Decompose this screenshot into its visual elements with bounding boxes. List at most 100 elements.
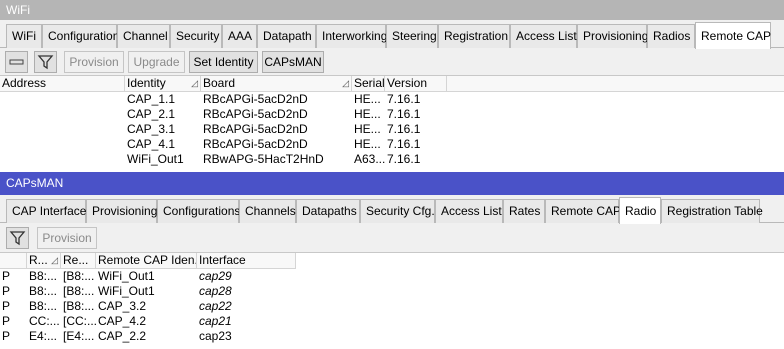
filter-icon bbox=[9, 231, 26, 246]
upgrade-button[interactable]: Upgrade bbox=[128, 51, 185, 73]
remove-button[interactable] bbox=[5, 51, 28, 73]
tab-datapaths[interactable]: Datapaths bbox=[296, 199, 360, 223]
tab-configuration[interactable]: Configuration bbox=[42, 24, 119, 48]
cell-version: 7.16.1 bbox=[387, 152, 421, 166]
cell-remote-cap-identity: CAP_4.2 bbox=[98, 314, 147, 328]
cell-identity: CAP_3.1 bbox=[127, 122, 176, 136]
wifi-window: WiFi WiFi Configuration Channel Security… bbox=[0, 0, 784, 172]
tab-access-list[interactable]: Access List bbox=[435, 199, 503, 223]
cell-remote: [CC:... bbox=[63, 314, 96, 328]
sort-icon: ◿ bbox=[191, 78, 198, 88]
sort-icon: ◿ bbox=[342, 78, 349, 88]
cell-flag: P bbox=[2, 329, 11, 343]
cell-remote-cap-identity: CAP_2.2 bbox=[98, 329, 147, 343]
cell-serial: HE... bbox=[354, 107, 381, 121]
wifi-tab-bar: WiFi Configuration Channel Security AAA … bbox=[0, 20, 784, 49]
cell-interface: cap23 bbox=[199, 329, 232, 343]
tab-access-list[interactable]: Access List bbox=[510, 24, 577, 48]
sort-icon: ◿ bbox=[51, 255, 58, 265]
table-row[interactable]: P B8:... [B8:... CAP_3.2 cap22 bbox=[0, 299, 784, 314]
capsman-window: CAPsMAN CAP Interface Provisioning Confi… bbox=[0, 172, 784, 349]
remote-cap-table: Address Identity ◿ Board ◿ Serial Version … bbox=[0, 75, 784, 172]
table-row[interactable]: CAP_1.1 RBcAPGi-5acD2nD HE... 7.16.1 bbox=[0, 92, 784, 107]
col-flags[interactable] bbox=[0, 253, 27, 269]
table-row[interactable]: CAP_2.1 RBcAPGi-5acD2nD HE... 7.16.1 bbox=[0, 107, 784, 122]
cell-flag: P bbox=[2, 314, 11, 328]
table-row[interactable]: CAP_4.1 RBcAPGi-5acD2nD HE... 7.16.1 bbox=[0, 137, 784, 152]
provision-button[interactable]: Provision bbox=[64, 51, 124, 73]
table-header: R... ◿ Re... Remote CAP Iden... Interface bbox=[0, 253, 296, 269]
col-radio-mac[interactable]: R... ◿ bbox=[27, 253, 61, 269]
tab-security-cfg[interactable]: Security Cfg. bbox=[360, 199, 435, 223]
col-radio-mac-label: R... bbox=[29, 253, 48, 267]
table-row[interactable]: P E4:... [E4:... CAP_2.2 cap23 bbox=[0, 329, 784, 344]
cell-address bbox=[0, 137, 125, 152]
tab-provisioning[interactable]: Provisioning bbox=[577, 24, 648, 48]
set-identity-button[interactable]: Set Identity bbox=[189, 51, 258, 73]
radio-table: R... ◿ Re... Remote CAP Iden... Interface… bbox=[0, 252, 784, 349]
table-row[interactable]: P CC:... [CC:... CAP_4.2 cap21 bbox=[0, 314, 784, 329]
col-board[interactable]: Board ◿ bbox=[201, 76, 352, 92]
cell-board: RBcAPGi-5acD2nD bbox=[203, 107, 308, 121]
tab-provisioning[interactable]: Provisioning bbox=[86, 199, 157, 223]
cell-board: RBwAPG-5HacT2HnD bbox=[203, 152, 324, 166]
table-row[interactable]: CAP_3.1 RBcAPGi-5acD2nD HE... 7.16.1 bbox=[0, 122, 784, 137]
tab-registration[interactable]: Registration bbox=[438, 24, 510, 48]
tab-remote-cap[interactable]: Remote CAP bbox=[545, 199, 621, 223]
col-identity[interactable]: Identity ◿ bbox=[125, 76, 201, 92]
cell-interface: cap21 bbox=[199, 314, 232, 328]
tab-wifi[interactable]: WiFi bbox=[6, 24, 42, 48]
cell-interface: cap22 bbox=[199, 299, 232, 313]
cell-identity: CAP_4.1 bbox=[127, 137, 176, 151]
provision-button[interactable]: Provision bbox=[37, 227, 97, 249]
tab-interworking[interactable]: Interworking bbox=[316, 24, 387, 48]
tab-radios[interactable]: Radios bbox=[647, 24, 695, 48]
col-version[interactable]: Version bbox=[385, 76, 447, 92]
tab-channels[interactable]: Channels bbox=[239, 199, 296, 223]
cell-version: 7.16.1 bbox=[387, 92, 421, 106]
col-interface[interactable]: Interface bbox=[197, 253, 296, 269]
table-row[interactable]: P B8:... [B8:... WiFi_Out1 cap29 bbox=[0, 269, 784, 284]
col-serial[interactable]: Serial bbox=[352, 76, 385, 92]
cell-remote: [B8:... bbox=[63, 284, 95, 298]
cell-serial: HE... bbox=[354, 122, 381, 136]
tab-cap-interface[interactable]: CAP Interface bbox=[6, 199, 86, 223]
tab-datapath[interactable]: Datapath bbox=[257, 24, 316, 48]
cell-serial: HE... bbox=[354, 92, 381, 106]
tab-security[interactable]: Security bbox=[170, 24, 222, 48]
cell-identity: WiFi_Out1 bbox=[127, 152, 184, 166]
tab-aaa[interactable]: AAA bbox=[222, 24, 257, 48]
cell-radio-mac: E4:... bbox=[29, 329, 58, 343]
cell-remote-cap-identity: WiFi_Out1 bbox=[98, 269, 155, 283]
tab-steering[interactable]: Steering bbox=[386, 24, 438, 48]
table-row[interactable]: P B8:... [B8:... WiFi_Out1 cap28 bbox=[0, 284, 784, 299]
table-header: Address Identity ◿ Board ◿ Serial Version bbox=[0, 76, 784, 92]
tab-rates[interactable]: Rates bbox=[503, 199, 545, 223]
tab-remote-cap[interactable]: Remote CAP bbox=[695, 22, 771, 49]
cell-remote: [B8:... bbox=[63, 269, 95, 283]
capsman-window-title: CAPsMAN bbox=[0, 172, 784, 195]
cell-address bbox=[0, 122, 125, 137]
wifi-window-title: WiFi bbox=[0, 0, 784, 20]
cell-address bbox=[0, 107, 125, 122]
capsman-tab-bar: CAP Interface Provisioning Configuration… bbox=[0, 195, 784, 224]
table-row[interactable]: WiFi_Out1 RBwAPG-5HacT2HnD A63... 7.16.1 bbox=[0, 152, 784, 167]
col-address[interactable]: Address bbox=[0, 76, 125, 92]
col-remote[interactable]: Re... bbox=[61, 253, 96, 269]
cell-radio-mac: CC:... bbox=[29, 314, 60, 328]
tab-registration-table[interactable]: Registration Table bbox=[661, 199, 763, 223]
cell-flag: P bbox=[2, 284, 11, 298]
col-identity-label: Identity bbox=[127, 76, 166, 90]
cell-address bbox=[0, 92, 125, 107]
minus-icon bbox=[9, 59, 24, 65]
capsman-button[interactable]: CAPsMAN bbox=[262, 51, 324, 73]
cell-flag: P bbox=[2, 269, 11, 283]
cell-version: 7.16.1 bbox=[387, 122, 421, 136]
col-remote-cap-identity[interactable]: Remote CAP Iden... bbox=[96, 253, 197, 269]
tab-radio[interactable]: Radio bbox=[619, 197, 661, 224]
tab-configurations[interactable]: Configurations bbox=[157, 199, 240, 223]
tab-channel[interactable]: Channel bbox=[117, 24, 170, 48]
cell-flag: P bbox=[2, 299, 11, 313]
filter-button[interactable] bbox=[6, 227, 29, 249]
filter-button[interactable] bbox=[34, 51, 57, 73]
